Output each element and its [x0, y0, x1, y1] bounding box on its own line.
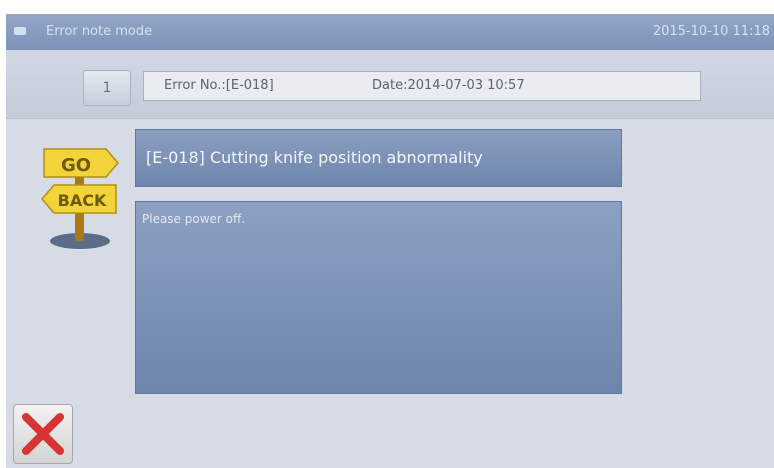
datetime-display: 2015-10-10 11:18	[652, 24, 770, 39]
error-record-bar: 1 Error No.:[E-018] Date:2014-07-03 10:5…	[6, 50, 774, 119]
error-record-info: Error No.:[E-018] Date:2014-07-03 10:57	[143, 71, 701, 101]
window-icon	[14, 27, 26, 35]
record-number-button[interactable]: 1	[83, 70, 131, 106]
error-title: [E-018] Cutting knife position abnormali…	[135, 129, 622, 187]
back-label: BACK	[58, 191, 107, 210]
go-back-signpost-icon[interactable]: GO BACK	[40, 145, 130, 265]
error-date: Date:2014-07-03 10:57	[372, 78, 525, 93]
title-bar: Error note mode 2015-10-10 11:18	[6, 14, 774, 50]
close-button[interactable]	[13, 404, 73, 464]
window-title: Error note mode	[46, 24, 153, 39]
error-number: Error No.:[E-018]	[164, 78, 274, 93]
close-x-icon	[22, 413, 64, 455]
error-message: Please power off.	[135, 201, 622, 394]
error-window: Error note mode 2015-10-10 11:18 1 Error…	[6, 14, 774, 468]
go-label: GO	[61, 155, 91, 176]
